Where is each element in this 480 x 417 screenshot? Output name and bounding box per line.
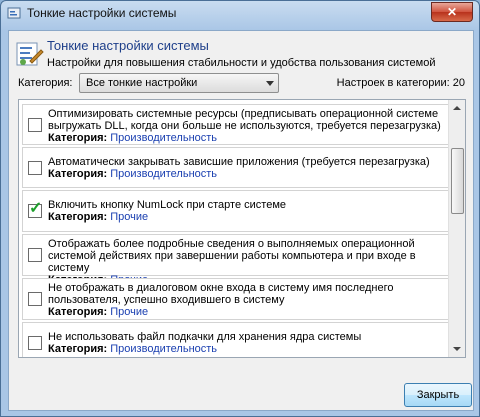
- item-text: Автоматически закрывать зависшие приложе…: [48, 156, 430, 168]
- scroll-down-button[interactable]: [449, 341, 465, 357]
- item-checkbox[interactable]: [28, 292, 42, 306]
- window-close-button[interactable]: ✕: [431, 2, 473, 22]
- item-category-label: Категория:: [48, 132, 108, 144]
- page-title: Тонкие настройки системы: [47, 38, 209, 53]
- item-category-label: Категория:: [48, 168, 108, 180]
- category-dropdown[interactable]: Все тонкие настройки: [79, 73, 279, 93]
- settings-count: Настроек в категории: 20: [336, 77, 465, 89]
- chevron-down-icon: [266, 81, 274, 86]
- category-label: Категория:: [18, 77, 73, 89]
- scroll-up-button[interactable]: [449, 100, 465, 116]
- item-category-link[interactable]: Производительность: [110, 343, 217, 355]
- close-button[interactable]: Закрыть: [404, 383, 472, 407]
- item-category-label: Категория:: [48, 211, 108, 223]
- list-item[interactable]: Не отображать в диалоговом окне входа в …: [22, 278, 450, 320]
- item-text: Отображать более подробные сведения о вы…: [48, 238, 416, 274]
- item-category-link[interactable]: Производительность: [110, 132, 217, 144]
- list-item[interactable]: ✓ Включить кнопку NumLock при старте сис…: [22, 190, 450, 232]
- tweaks-icon: [16, 42, 44, 66]
- list-item[interactable]: Автоматически закрывать зависшие приложе…: [22, 147, 450, 188]
- item-checkbox[interactable]: [28, 248, 42, 262]
- close-icon: ✕: [446, 5, 458, 19]
- item-checkbox[interactable]: ✓: [28, 200, 43, 218]
- item-checkbox[interactable]: [28, 161, 42, 175]
- item-text: Не использовать файл подкачки для хранен…: [48, 331, 362, 343]
- settings-list: Оптимизировать системные ресурсы (предпи…: [18, 99, 466, 358]
- item-text: Не отображать в диалоговом окне входа в …: [48, 282, 394, 306]
- item-category-link[interactable]: Прочие: [110, 306, 148, 318]
- list-item[interactable]: Не использовать файл подкачки для хранен…: [22, 322, 450, 357]
- dialog-body: Тонкие настройки системы Настройки для п…: [8, 30, 474, 411]
- list-item[interactable]: Отображать более подробные сведения о вы…: [22, 234, 450, 286]
- item-text: Оптимизировать системные ресурсы (предпи…: [48, 108, 441, 132]
- dialog-window: Тонкие настройки системы ✕ Тонкие настро…: [0, 0, 480, 417]
- list-scrollbar[interactable]: [448, 100, 465, 357]
- category-dropdown-value: Все тонкие настройки: [86, 77, 198, 89]
- title-bar[interactable]: Тонкие настройки системы ✕: [1, 1, 479, 25]
- item-category-link[interactable]: Прочие: [110, 211, 148, 223]
- arrow-down-icon: [453, 347, 461, 351]
- settings-app-icon: [7, 7, 21, 19]
- item-category-label: Категория:: [48, 306, 108, 318]
- item-checkbox[interactable]: [28, 118, 42, 132]
- window-title: Тонкие настройки системы: [27, 6, 177, 20]
- scroll-thumb[interactable]: [451, 148, 464, 214]
- item-checkbox[interactable]: [28, 336, 42, 350]
- checkmark-icon: ✓: [29, 200, 43, 217]
- item-text: Включить кнопку NumLock при старте систе…: [48, 199, 286, 211]
- arrow-up-icon: [453, 106, 461, 110]
- page-subtitle: Настройки для повышения стабильности и у…: [47, 57, 436, 69]
- item-category-label: Категория:: [48, 343, 108, 355]
- item-category-link[interactable]: Производительность: [110, 168, 217, 180]
- list-item[interactable]: Оптимизировать системные ресурсы (предпи…: [22, 104, 450, 145]
